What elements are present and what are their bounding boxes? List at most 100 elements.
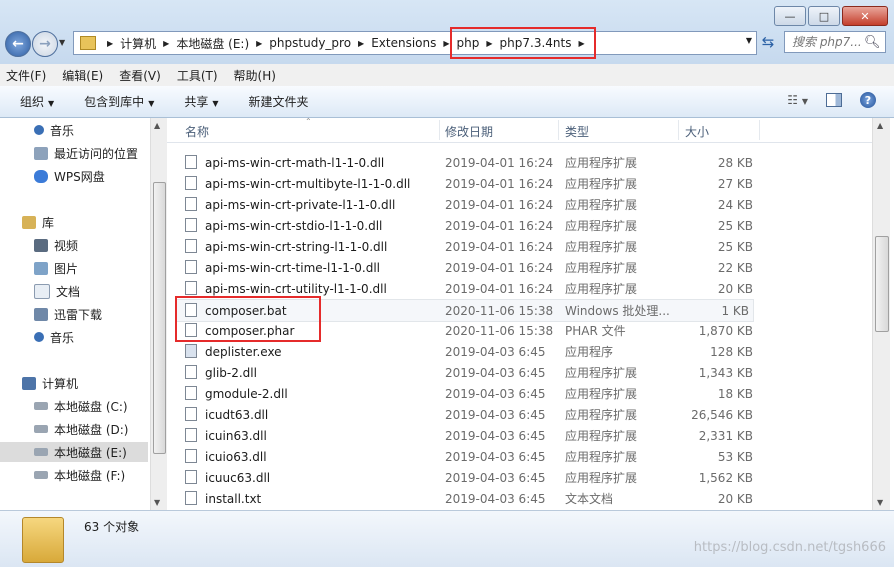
file-type: 应用程序扩展 [565,261,638,275]
file-size: 25 KB [717,239,753,254]
table-row[interactable]: api-ms-win-crt-stdio-l1-1-0.dll 2019-04-0… [177,215,757,236]
column-size[interactable]: 大小 [685,123,709,140]
file-date: 2019-04-03 6:45 [445,365,546,380]
close-button[interactable]: ✕ [842,6,888,26]
maximize-button[interactable]: □ [808,6,840,26]
sidebar-item-label: WPS网盘 [54,169,105,184]
file-name: api-ms-win-crt-math-l1-1-0.dll [205,155,385,170]
dll-file-icon [185,239,197,253]
exe-file-icon [185,344,197,358]
dll-file-icon [185,407,197,421]
annotation-box-composer [175,296,321,342]
sidebar-item-computer[interactable]: 计算机 [0,373,170,393]
menu-help[interactable]: 帮助(H) [234,67,276,84]
file-type: 应用程序扩展 [565,471,638,485]
file-name: deplister.exe [205,344,282,359]
help-icon[interactable]: ? [860,92,876,108]
table-row[interactable]: install.txt 2019-04-03 6:45 文本文档 20 KB [177,488,757,509]
refresh-button[interactable]: ⇆ [756,31,780,53]
document-icon [34,283,50,299]
file-type: 应用程序扩展 [565,450,638,464]
table-row[interactable]: gmodule-2.dll 2019-04-03 6:45 应用程序扩展 18 KB [177,383,757,404]
dll-file-icon [185,155,197,169]
column-divider[interactable] [439,120,440,140]
chevron-right-icon[interactable]: ▶ [163,39,169,48]
details-view-icon: ☷ [787,93,799,107]
back-button[interactable]: ← [5,31,31,57]
scroll-up-icon[interactable]: ▲ [877,121,883,130]
forward-button[interactable]: → [32,31,58,57]
menu-view[interactable]: 查看(V) [119,67,161,84]
new-folder-button[interactable]: 新建文件夹 [249,93,309,110]
column-divider[interactable] [759,120,760,140]
table-row[interactable]: api-ms-win-crt-private-l1-1-0.dll 2019-04… [177,194,757,215]
breadcrumb-drive-e[interactable]: 本地磁盘 (E:) [176,35,249,52]
table-row[interactable]: api-ms-win-crt-multibyte-l1-1-0.dll 2019-… [177,173,757,194]
breadcrumb-extensions[interactable]: Extensions [371,36,436,50]
sidebar-item-label: 迅雷下载 [54,307,103,322]
search-icon[interactable]: 🔍︎ [864,35,881,50]
table-row[interactable]: icudt63.dll 2019-04-03 6:45 应用程序扩展 26,546 K… [177,404,757,425]
column-name[interactable]: 名称 [185,123,209,140]
file-size: 1,870 KB [698,323,753,338]
sidebar-item-drive-e[interactable]: 本地磁盘 (E:) [0,442,148,462]
table-row[interactable]: api-ms-win-crt-math-l1-1-0.dll 2019-04-01… [177,152,757,173]
menu-edit[interactable]: 编辑(E) [62,67,103,84]
search-input[interactable] [790,34,864,50]
chevron-right-icon[interactable]: ▶ [256,39,262,48]
menu-file[interactable]: 文件(F) [6,67,46,84]
video-icon [34,238,48,252]
minimize-button[interactable]: — [774,6,806,26]
breadcrumb-computer[interactable]: 计算机 [120,35,156,52]
file-name: api-ms-win-crt-multibyte-l1-1-0.dll [205,176,411,191]
column-type[interactable]: 类型 [565,123,589,140]
table-row[interactable]: icuio63.dll 2019-04-03 6:45 应用程序扩展 53 KB [177,446,757,467]
file-date: 2019-04-03 6:45 [445,407,546,422]
table-row[interactable]: icuin63.dll 2019-04-03 6:45 应用程序扩展 2,331 KB [177,425,757,446]
scroll-up-icon[interactable]: ▲ [154,121,160,130]
chevron-right-icon[interactable]: ▶ [358,39,364,48]
sidebar-scroll-thumb[interactable] [153,182,166,454]
include-library-button[interactable]: 包含到库中 ▼ [84,93,154,110]
menu-tools[interactable]: 工具(T) [177,67,218,84]
file-list-scroll-thumb[interactable] [875,236,889,332]
preview-pane-icon[interactable] [826,93,842,107]
table-row[interactable]: glib-2.dll 2019-04-03 6:45 应用程序扩展 1,343 KB [177,362,757,383]
scroll-down-icon[interactable]: ▼ [877,498,883,507]
dll-file-icon [185,176,197,190]
share-button[interactable]: 共享 ▼ [184,93,218,110]
file-date: 2019-04-01 16:24 [445,218,554,233]
file-size: 1 KB [721,303,749,318]
file-type: 应用程序 [565,345,614,359]
menu-bar: 文件(F) 编辑(E) 查看(V) 工具(T) 帮助(H) [0,64,894,86]
table-row[interactable]: icuuc63.dll 2019-04-03 6:45 应用程序扩展 1,562 KB [177,467,757,488]
column-divider[interactable] [678,120,679,140]
sidebar-item-library[interactable]: 库 [0,212,170,232]
file-list-scrollbar[interactable]: ▲ ▼ [872,118,890,510]
file-type: 应用程序扩展 [565,177,638,191]
view-options-button[interactable]: ☷ ▼ [787,93,808,107]
sidebar-item-label: 音乐 [50,123,75,138]
sidebar-scrollbar[interactable]: ▲ ▼ [150,118,167,510]
address-dropdown-icon[interactable]: ▼ [746,36,752,45]
file-size: 128 KB [710,344,753,359]
organize-button[interactable]: 组织 ▼ [20,93,54,110]
breadcrumb-phpstudy-pro[interactable]: phpstudy_pro [269,36,351,50]
column-divider[interactable] [558,120,559,140]
chevron-down-icon: ▼ [148,99,155,108]
table-row[interactable]: api-ms-win-crt-string-l1-1-0.dll 2019-04-… [177,236,757,257]
column-date[interactable]: 修改日期 [445,123,493,140]
history-dropdown-icon[interactable]: ▼ [59,38,65,47]
music-icon [34,332,44,342]
table-row[interactable]: deplister.exe 2019-04-03 6:45 应用程序 128 KB [177,341,757,362]
scroll-down-icon[interactable]: ▼ [154,498,160,507]
dll-file-icon [185,260,197,274]
address-bar[interactable]: ▶ 计算机 ▶ 本地磁盘 (E:) ▶ phpstudy_pro ▶ Exten… [73,31,757,55]
file-type: 应用程序扩展 [565,429,638,443]
chevron-right-icon[interactable]: ▶ [107,39,113,48]
chevron-right-icon[interactable]: ▶ [443,39,449,48]
drive-icon [34,402,48,410]
table-row[interactable]: api-ms-win-crt-time-l1-1-0.dll 2019-04-01… [177,257,757,278]
annotation-box-path [450,27,596,59]
search-box[interactable]: 🔍︎ [784,31,886,53]
